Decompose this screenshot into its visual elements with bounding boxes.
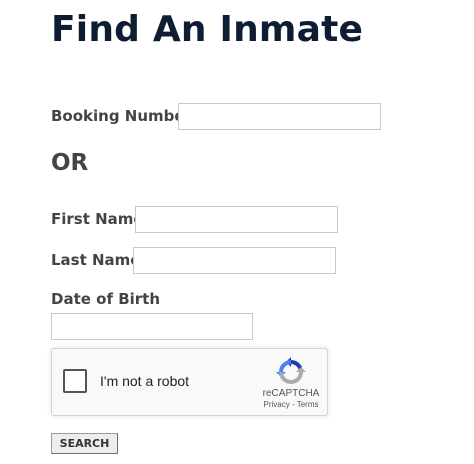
recaptcha-terms-link[interactable]: Terms xyxy=(297,400,319,409)
last-name-input[interactable] xyxy=(133,247,336,274)
recaptcha-checkbox[interactable] xyxy=(63,369,87,393)
date-of-birth-input[interactable] xyxy=(51,313,253,340)
recaptcha-privacy-link[interactable]: Privacy xyxy=(264,400,290,409)
recaptcha-brand-text: reCAPTCHA xyxy=(262,388,320,399)
recaptcha-widget: I'm not a robot reCAPTCHA Privacy - Term… xyxy=(51,348,328,416)
recaptcha-logo-icon xyxy=(276,357,306,384)
recaptcha-link-separator: - xyxy=(289,400,297,409)
page-title: Find An Inmate xyxy=(51,9,364,50)
search-button[interactable]: SEARCH xyxy=(51,433,118,454)
recaptcha-branding: reCAPTCHA Privacy - Terms xyxy=(258,357,324,410)
recaptcha-links: Privacy - Terms xyxy=(258,400,324,410)
booking-number-label: Booking Number xyxy=(51,107,192,125)
booking-number-input[interactable] xyxy=(178,103,381,130)
first-name-input[interactable] xyxy=(135,206,338,233)
or-separator: OR xyxy=(51,150,89,176)
first-name-label: First Name xyxy=(51,210,144,228)
date-of-birth-label: Date of Birth xyxy=(51,290,161,308)
last-name-label: Last Name xyxy=(51,251,141,269)
recaptcha-label: I'm not a robot xyxy=(100,373,190,389)
